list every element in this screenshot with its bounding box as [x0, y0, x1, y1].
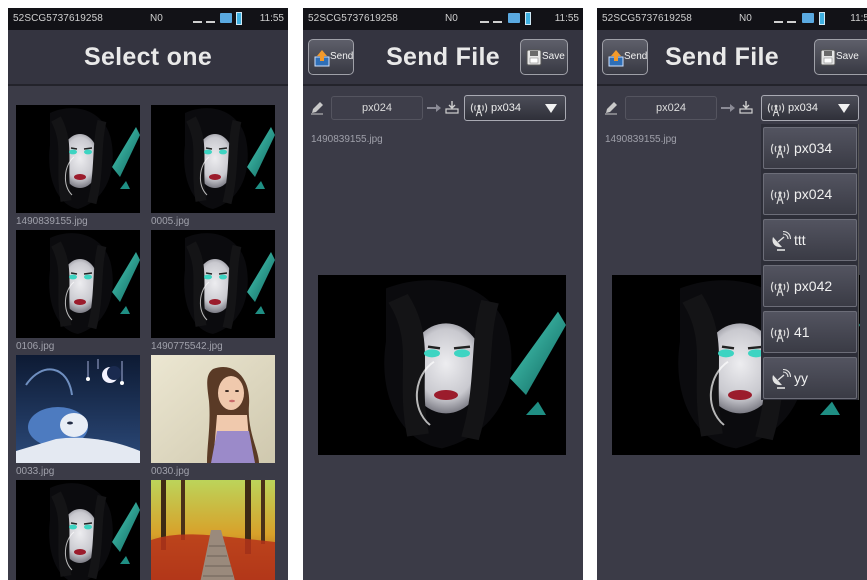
file-name: 1490775542.jpg: [151, 341, 223, 352]
file-thumbnail[interactable]: [16, 355, 140, 463]
dropdown-option-label: ttt: [794, 232, 806, 248]
status-bar: 52SCG5737619258 N0 11:55: [8, 8, 288, 30]
network-indicator: N0: [739, 13, 752, 24]
antenna-icon: [769, 185, 791, 205]
title-bar: Send Send File Save: [597, 30, 867, 86]
dropdown-arrow-icon: [838, 104, 850, 113]
edit-icon[interactable]: [604, 101, 618, 115]
status-bar: 52SCG5737619258 N0 11:55: [303, 8, 583, 30]
signal-icon: [480, 21, 489, 23]
file-name: 1490839155.jpg: [16, 216, 88, 227]
battery-icon: [525, 12, 531, 25]
device-selector-row: px024 px034: [303, 94, 583, 124]
antenna-icon: [769, 139, 791, 159]
save-label: Save: [836, 51, 859, 62]
target-device-value: px034: [788, 102, 818, 114]
antenna-icon: [469, 99, 489, 117]
signal-icon: [787, 21, 796, 23]
floppy-disk-icon: [820, 49, 836, 66]
target-device-select[interactable]: px034: [464, 95, 566, 121]
source-device-field[interactable]: px024: [625, 96, 717, 120]
network-indicator: N0: [445, 13, 458, 24]
dropdown-option-px024[interactable]: px024: [763, 173, 857, 215]
source-device-field[interactable]: px024: [331, 96, 423, 120]
dropdown-option-label: 41: [794, 324, 810, 340]
clock: 11:55: [259, 13, 284, 24]
selected-file-name: 1490839155.jpg: [605, 134, 677, 145]
dropdown-option-yy[interactable]: yy: [763, 357, 857, 399]
file-name: 0005.jpg: [151, 216, 190, 227]
save-button[interactable]: Save: [814, 39, 867, 75]
satellite-dish-icon: [769, 369, 791, 389]
target-device-select[interactable]: px034: [761, 95, 859, 121]
signal-icon: [206, 21, 215, 23]
clock: 11:55: [554, 13, 579, 24]
mail-icon: [508, 13, 520, 23]
satellite-dish-icon: [769, 231, 791, 251]
file-name: 0106.jpg: [16, 341, 55, 352]
download-icon: [739, 101, 753, 114]
file-thumbnail[interactable]: [151, 480, 275, 580]
network-indicator: N0: [150, 13, 163, 24]
antenna-icon: [769, 277, 791, 297]
battery-icon: [819, 12, 825, 25]
signal-icon: [493, 21, 502, 23]
file-thumbnail[interactable]: [151, 230, 275, 338]
title-bar: Select one: [8, 30, 288, 86]
image-preview: [318, 275, 566, 455]
device-id: 52SCG5737619258: [602, 13, 692, 24]
dropdown-option-px042[interactable]: px042: [763, 265, 857, 307]
file-thumbnail[interactable]: [16, 230, 140, 338]
phone-send-dropdown-screen: 52SCG5737619258 N0 11:5 Send Send File S…: [597, 8, 867, 580]
signal-icon: [774, 21, 783, 23]
file-name: 0030.jpg: [151, 466, 190, 477]
status-bar: 52SCG5737619258 N0 11:5: [597, 8, 867, 30]
arrow-right-icon: [427, 104, 441, 112]
battery-icon: [236, 12, 242, 25]
dropdown-option-label: px034: [794, 140, 833, 156]
file-thumbnail[interactable]: [151, 355, 275, 463]
clock: 11:5: [850, 13, 867, 24]
arrow-right-icon: [721, 104, 735, 112]
target-device-value: px034: [491, 102, 521, 114]
signal-icon: [193, 21, 202, 23]
dropdown-option-label: yy: [794, 370, 808, 386]
phone-send-screen: 52SCG5737619258 N0 11:55 Send Send File …: [303, 8, 583, 580]
save-label: Save: [542, 51, 565, 62]
phone-select-screen: 52SCG5737619258 N0 11:55 Select one 1490…: [8, 8, 288, 580]
dropdown-option-px034[interactable]: px034: [763, 127, 857, 169]
title-bar: Send Send File Save: [303, 30, 583, 86]
device-id: 52SCG5737619258: [13, 13, 103, 24]
dropdown-option-41[interactable]: 41: [763, 311, 857, 353]
dropdown-arrow-icon: [545, 104, 557, 113]
device-selector-row: px024 px034: [597, 94, 867, 124]
edit-icon[interactable]: [310, 101, 324, 115]
floppy-disk-icon: [526, 49, 542, 66]
save-button[interactable]: Save: [520, 39, 568, 75]
mail-icon: [802, 13, 814, 23]
antenna-icon: [769, 323, 791, 343]
page-title: Select one: [83, 43, 213, 71]
file-thumbnail[interactable]: [16, 105, 140, 213]
file-thumbnail[interactable]: [151, 105, 275, 213]
selected-file-name: 1490839155.jpg: [311, 134, 383, 145]
download-icon: [445, 101, 459, 114]
dropdown-option-label: px042: [794, 278, 833, 294]
dropdown-option-label: px024: [794, 186, 833, 202]
device-dropdown-menu: px034 px024 ttt px042 41 yy: [761, 124, 859, 400]
file-thumbnail[interactable]: [16, 480, 140, 580]
device-id: 52SCG5737619258: [308, 13, 398, 24]
file-name: 0033.jpg: [16, 466, 55, 477]
mail-icon: [220, 13, 232, 23]
antenna-icon: [766, 99, 786, 117]
dropdown-option-ttt[interactable]: ttt: [763, 219, 857, 261]
